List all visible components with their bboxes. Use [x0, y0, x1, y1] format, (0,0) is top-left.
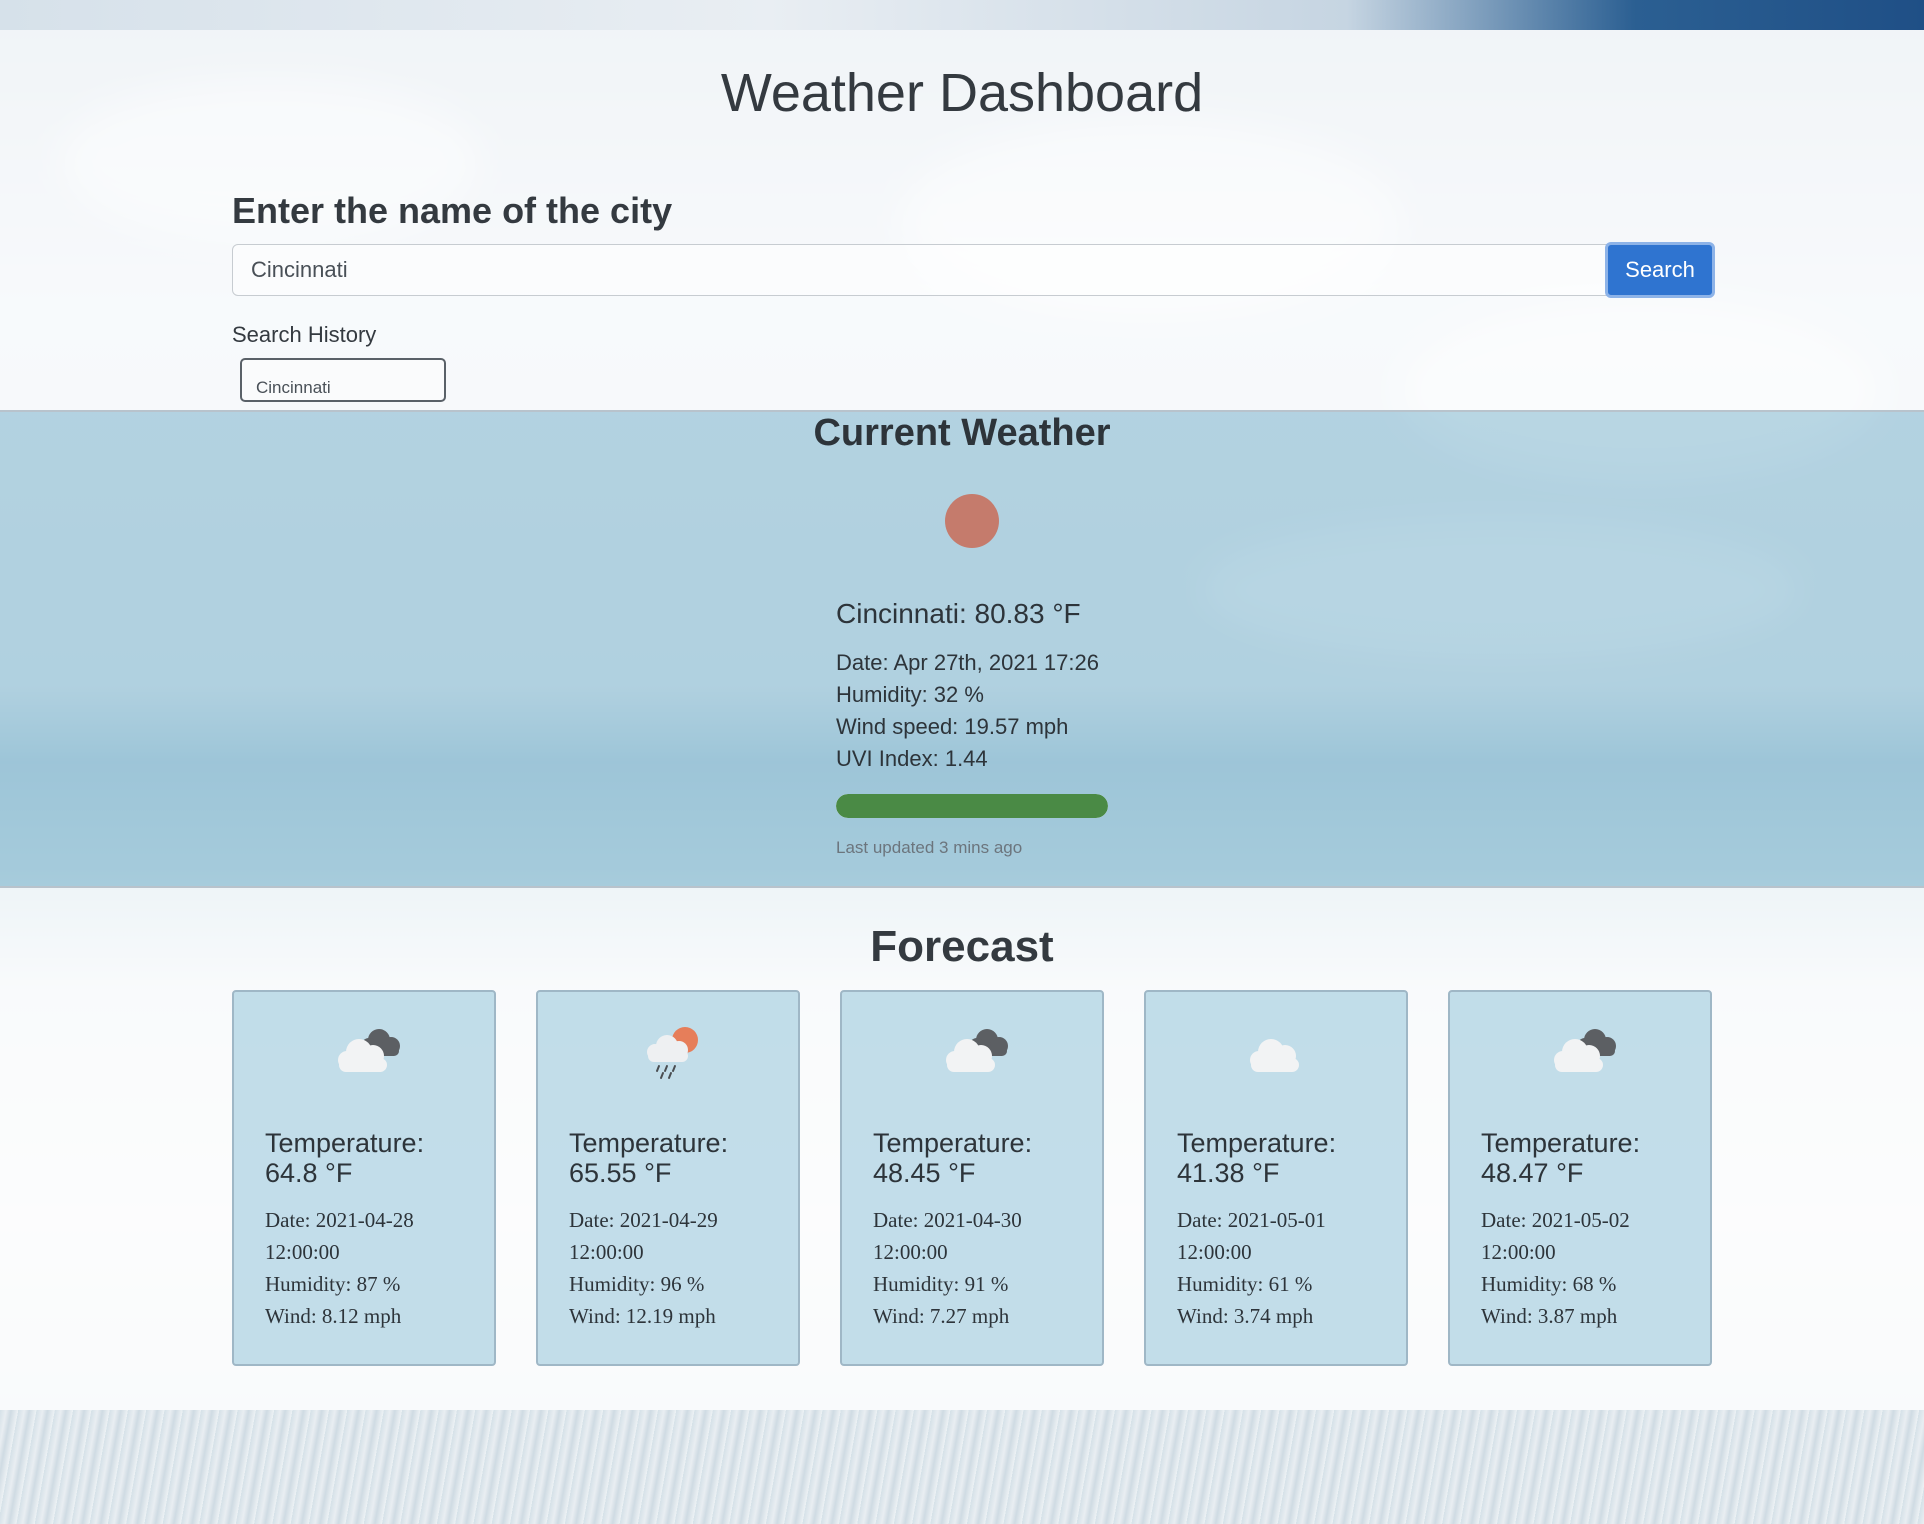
forecast-humidity: Humidity: 96 % [569, 1272, 705, 1296]
forecast-time: 12:00:00 [1481, 1240, 1556, 1264]
salt-flat-background [0, 1410, 1924, 1524]
uvi-progress-bar [836, 794, 1108, 818]
forecast-temperature: 48.45 °F [873, 1158, 976, 1188]
forecast-wind: Wind: 3.87 mph [1481, 1304, 1618, 1328]
uvi-progress-fill [836, 794, 1108, 818]
forecast-temperature-label: Temperature: [265, 1128, 425, 1158]
history-item-cincinnati[interactable]: Cincinnati [240, 358, 446, 402]
forecast-temperature-label: Temperature: [873, 1128, 1033, 1158]
forecast-card: Temperature: 48.47 °F Date: 2021-05-02 12:0… [1448, 990, 1712, 1366]
forecast-humidity: Humidity: 61 % [1177, 1272, 1313, 1296]
forecast-card: Temperature: 64.8 °F Date: 2021-04-28 12:00… [232, 990, 496, 1366]
city-prompt-label: Enter the name of the city [232, 190, 673, 231]
current-wind-speed: Wind speed: 19.57 mph [836, 714, 1069, 739]
forecast-wind: Wind: 12.19 mph [569, 1304, 716, 1328]
sky-background [0, 0, 1924, 30]
broken-clouds-icon [937, 1022, 1017, 1082]
current-date: Date: Apr 27th, 2021 17:26 [836, 650, 1099, 675]
forecast-date: Date: 2021-04-28 [265, 1208, 414, 1232]
forecast-time: 12:00:00 [873, 1240, 948, 1264]
current-city-temperature: Cincinnati: 80.83 °F [836, 598, 1081, 629]
current-weather-title: Current Weather [813, 412, 1111, 454]
rain-sun-icon [633, 1022, 713, 1082]
forecast-temperature: 41.38 °F [1177, 1158, 1280, 1188]
broken-clouds-icon [1545, 1022, 1625, 1082]
forecast-wind: Wind: 7.27 mph [873, 1304, 1010, 1328]
forecast-date: Date: 2021-04-30 [873, 1208, 1022, 1232]
forecast-wind: Wind: 8.12 mph [265, 1304, 402, 1328]
current-uvi-index: UVI Index: 1.44 [836, 746, 988, 771]
forecast-humidity: Humidity: 87 % [265, 1272, 401, 1296]
forecast-temperature-label: Temperature: [569, 1128, 729, 1158]
forecast-temperature-label: Temperature: [1177, 1128, 1337, 1158]
forecast-card: Temperature: 65.55 °F Date: 2021-04-29 12:0… [536, 990, 800, 1366]
forecast-time: 12:00:00 [569, 1240, 644, 1264]
current-humidity: Humidity: 32 % [836, 682, 984, 707]
forecast-title: Forecast [870, 922, 1054, 971]
forecast-humidity: Humidity: 91 % [873, 1272, 1009, 1296]
forecast-temperature: 65.55 °F [569, 1158, 672, 1188]
forecast-humidity: Humidity: 68 % [1481, 1272, 1617, 1296]
city-search-input[interactable] [232, 244, 1608, 296]
forecast-temperature-label: Temperature: [1481, 1128, 1641, 1158]
forecast-date: Date: 2021-04-29 [569, 1208, 718, 1232]
search-history-label: Search History [232, 322, 377, 347]
forecast-card: Temperature: 48.45 °F Date: 2021-04-30 12:0… [840, 990, 1104, 1366]
forecast-date: Date: 2021-05-02 [1481, 1208, 1630, 1232]
sun-icon [945, 494, 999, 548]
forecast-temperature: 48.47 °F [1481, 1158, 1584, 1188]
forecast-date: Date: 2021-05-01 [1177, 1208, 1326, 1232]
search-button[interactable]: Search [1605, 242, 1715, 298]
forecast-temperature: 64.8 °F [265, 1158, 353, 1188]
broken-clouds-icon [329, 1022, 409, 1082]
cloud-icon [1241, 1022, 1321, 1082]
last-updated-text: Last updated 3 mins ago [836, 838, 1023, 857]
forecast-time: 12:00:00 [1177, 1240, 1252, 1264]
forecast-card: Temperature: 41.38 °F Date: 2021-05-01 12:0… [1144, 990, 1408, 1366]
forecast-wind: Wind: 3.74 mph [1177, 1304, 1314, 1328]
page-title: Weather Dashboard [720, 63, 1204, 123]
forecast-time: 12:00:00 [265, 1240, 340, 1264]
